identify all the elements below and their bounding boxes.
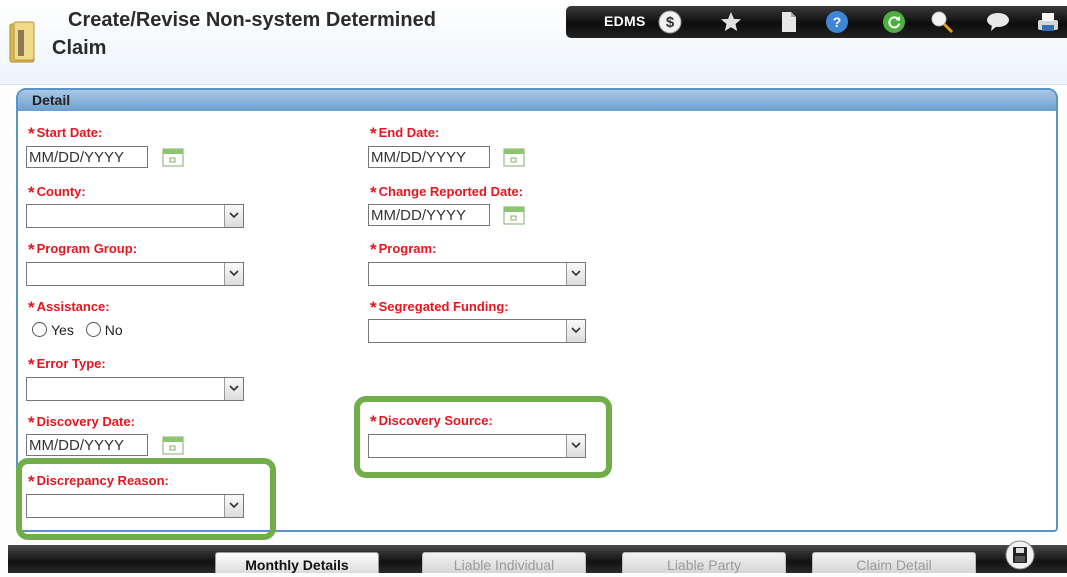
help-icon[interactable]: ? xyxy=(825,10,849,34)
change-reported-date-field[interactable] xyxy=(368,204,490,226)
calendar-icon[interactable] xyxy=(503,205,525,225)
end-date-field[interactable] xyxy=(368,146,490,168)
chat-icon[interactable] xyxy=(986,10,1010,34)
county-select[interactable] xyxy=(26,204,244,228)
chevron-down-icon[interactable] xyxy=(566,320,585,342)
assistance-label: * Assistance: xyxy=(28,298,110,317)
calendar-icon[interactable] xyxy=(162,435,184,455)
chevron-down-icon[interactable] xyxy=(224,205,243,227)
page-title: Create/Revise Non-system Determined Clai… xyxy=(52,6,512,62)
program-select[interactable] xyxy=(368,262,586,286)
dollar-icon[interactable]: $ xyxy=(658,10,682,34)
county-label: * County: xyxy=(28,183,86,202)
refresh-icon[interactable] xyxy=(882,10,906,34)
chevron-down-icon[interactable] xyxy=(566,435,585,457)
program-label: * Program: xyxy=(370,240,437,259)
discrepancy-reason-label: * Discrepancy Reason: xyxy=(28,472,169,491)
tab-claim-detail: Claim Detail xyxy=(812,552,976,573)
calendar-icon[interactable] xyxy=(503,147,525,167)
segregated-funding-select[interactable] xyxy=(368,319,586,343)
svg-text:?: ? xyxy=(833,14,842,30)
program-group-select[interactable] xyxy=(26,262,244,286)
start-date-label: * Start Date: xyxy=(28,124,103,143)
error-type-select[interactable] xyxy=(26,377,244,401)
chevron-down-icon[interactable] xyxy=(224,378,243,400)
discovery-source-label: * Discovery Source: xyxy=(370,412,493,431)
assistance-no-radio[interactable] xyxy=(85,322,101,337)
tab-liable-party: Liable Party xyxy=(622,552,786,573)
toolbar: EDMS $ ? xyxy=(566,6,1067,38)
change-reported-date-label: * Change Reported Date: xyxy=(370,183,524,202)
assistance-yes-radio[interactable] xyxy=(32,322,47,337)
error-type-label: * Error Type: xyxy=(28,355,106,374)
tab-monthly-details[interactable]: Monthly Details xyxy=(215,552,379,573)
star-icon[interactable] xyxy=(719,10,743,34)
chevron-down-icon[interactable] xyxy=(224,263,243,285)
detail-panel-header: Detail xyxy=(18,90,1056,111)
page-header: Create/Revise Non-system Determined Clai… xyxy=(0,0,1067,85)
assistance-radio-group: Yes No xyxy=(32,322,131,338)
document-icon[interactable] xyxy=(776,10,800,34)
discovery-source-select[interactable] xyxy=(368,434,586,458)
chevron-down-icon[interactable] xyxy=(224,495,243,517)
end-date-label: * End Date: xyxy=(370,124,440,143)
print-icon[interactable] xyxy=(1036,10,1060,34)
discrepancy-reason-select[interactable] xyxy=(26,494,244,518)
assistance-no-label: No xyxy=(104,322,123,338)
detail-panel-title: Detail xyxy=(32,92,71,108)
folder-icon xyxy=(9,21,35,63)
assistance-yes-label: Yes xyxy=(51,322,74,338)
segregated-funding-label: * Segregated Funding: xyxy=(370,298,509,317)
start-date-field[interactable] xyxy=(26,146,148,168)
discovery-date-label: * Discovery Date: xyxy=(28,413,135,432)
page-title-line2: Claim xyxy=(52,37,107,59)
edms-button[interactable]: EDMS xyxy=(604,13,646,29)
chevron-down-icon[interactable] xyxy=(566,263,585,285)
program-group-label: * Program Group: xyxy=(28,240,138,259)
tab-liable-individual: Liable Individual xyxy=(422,552,586,573)
search-icon[interactable] xyxy=(930,10,954,34)
discovery-date-field[interactable] xyxy=(26,434,148,456)
page-title-line1: Create/Revise Non-system Determined xyxy=(68,9,436,31)
save-icon[interactable] xyxy=(1005,540,1035,570)
calendar-icon[interactable] xyxy=(162,147,184,167)
svg-text:$: $ xyxy=(666,14,675,31)
